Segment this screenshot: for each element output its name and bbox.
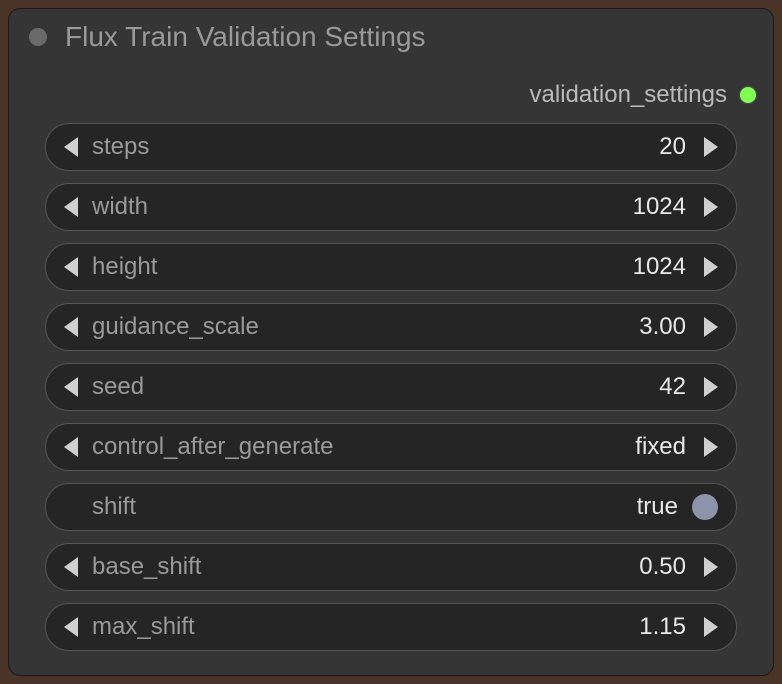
param-value[interactable]: 1.15 bbox=[639, 613, 686, 641]
output-socket-icon[interactable] bbox=[739, 86, 757, 104]
collapse-dot-icon[interactable] bbox=[29, 28, 47, 46]
param-label: seed bbox=[92, 373, 659, 401]
param-value[interactable]: 42 bbox=[659, 373, 686, 401]
decrement-icon[interactable] bbox=[64, 317, 78, 337]
decrement-icon[interactable] bbox=[64, 557, 78, 577]
param-label: steps bbox=[92, 133, 659, 161]
increment-icon[interactable] bbox=[704, 197, 718, 217]
param-label: control_after_generate bbox=[92, 433, 635, 461]
param-value[interactable]: 1024 bbox=[633, 193, 686, 221]
params-container: steps 20 width 1024 height 1024 guidance… bbox=[9, 123, 773, 665]
increment-icon[interactable] bbox=[704, 557, 718, 577]
param-control-after-generate[interactable]: control_after_generate fixed bbox=[45, 423, 737, 471]
decrement-icon[interactable] bbox=[64, 257, 78, 277]
param-value[interactable]: 0.50 bbox=[639, 553, 686, 581]
param-value: true bbox=[637, 493, 678, 521]
param-label: base_shift bbox=[92, 553, 639, 581]
toggle-icon[interactable] bbox=[692, 494, 718, 520]
node-title: Flux Train Validation Settings bbox=[65, 21, 426, 53]
flux-train-validation-node[interactable]: Flux Train Validation Settings validatio… bbox=[8, 8, 774, 676]
decrement-icon[interactable] bbox=[64, 377, 78, 397]
increment-icon[interactable] bbox=[704, 437, 718, 457]
decrement-icon[interactable] bbox=[64, 437, 78, 457]
increment-icon[interactable] bbox=[704, 377, 718, 397]
param-base-shift[interactable]: base_shift 0.50 bbox=[45, 543, 737, 591]
increment-icon[interactable] bbox=[704, 137, 718, 157]
decrement-icon[interactable] bbox=[64, 197, 78, 217]
output-label: validation_settings bbox=[530, 81, 727, 109]
node-header: Flux Train Validation Settings bbox=[9, 9, 773, 63]
increment-icon[interactable] bbox=[704, 317, 718, 337]
param-label: shift bbox=[92, 493, 637, 521]
param-value[interactable]: 3.00 bbox=[639, 313, 686, 341]
param-label: max_shift bbox=[92, 613, 639, 641]
param-label: guidance_scale bbox=[92, 313, 639, 341]
param-value[interactable]: 1024 bbox=[633, 253, 686, 281]
decrement-icon[interactable] bbox=[64, 137, 78, 157]
param-value[interactable]: 20 bbox=[659, 133, 686, 161]
param-value[interactable]: fixed bbox=[635, 433, 686, 461]
param-height[interactable]: height 1024 bbox=[45, 243, 737, 291]
param-shift[interactable]: shift true bbox=[45, 483, 737, 531]
param-label: height bbox=[92, 253, 633, 281]
increment-icon[interactable] bbox=[704, 257, 718, 277]
increment-icon[interactable] bbox=[704, 617, 718, 637]
param-guidance-scale[interactable]: guidance_scale 3.00 bbox=[45, 303, 737, 351]
decrement-icon[interactable] bbox=[64, 617, 78, 637]
param-steps[interactable]: steps 20 bbox=[45, 123, 737, 171]
param-label: width bbox=[92, 193, 633, 221]
output-row: validation_settings bbox=[9, 63, 773, 123]
param-seed[interactable]: seed 42 bbox=[45, 363, 737, 411]
param-width[interactable]: width 1024 bbox=[45, 183, 737, 231]
param-max-shift[interactable]: max_shift 1.15 bbox=[45, 603, 737, 651]
